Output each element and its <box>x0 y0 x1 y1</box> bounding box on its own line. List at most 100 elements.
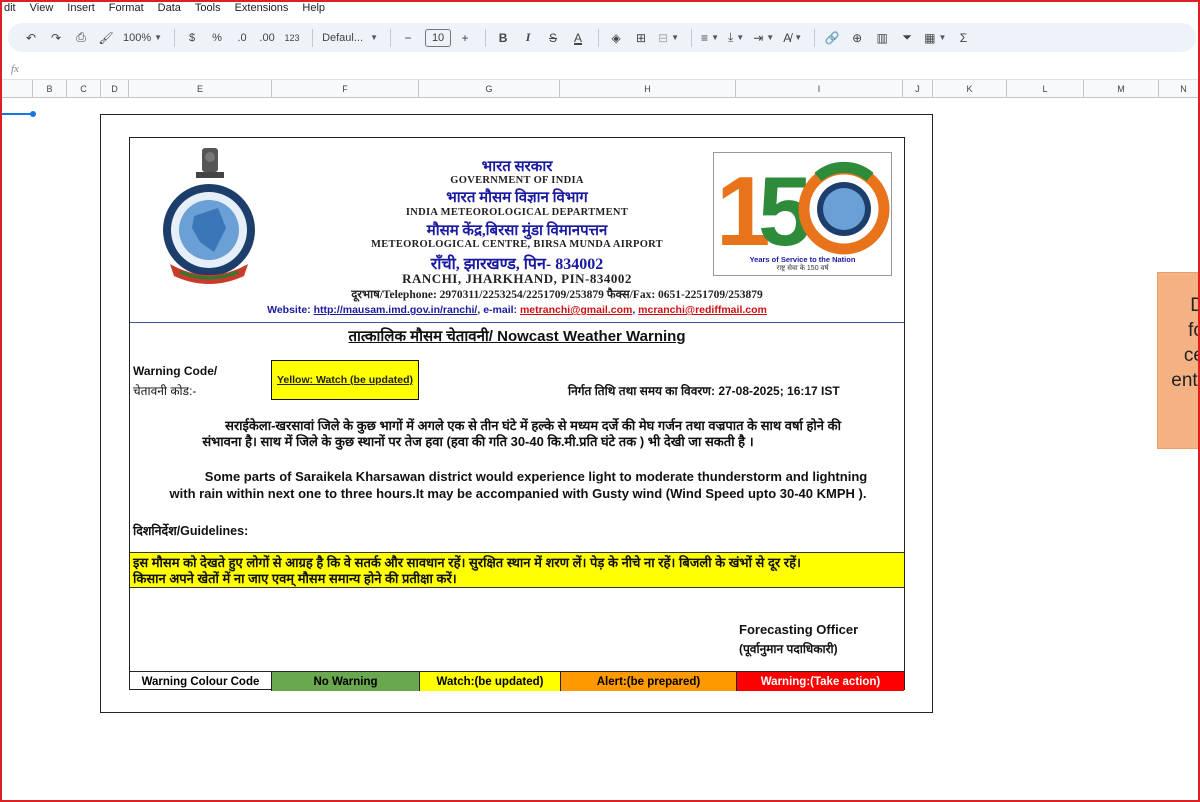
text-rotation-icon[interactable]: A̸ ▼ <box>780 27 805 49</box>
email-link-2[interactable]: mcranchi@rediffmail.com <box>638 304 767 316</box>
column-header-g[interactable]: G <box>419 80 560 98</box>
website-link[interactable]: http://mausam.imd.gov.in/ranchi/ <box>314 304 478 316</box>
logo-tagline: Years of Service to the Nation <box>749 255 856 264</box>
insert-comment-icon[interactable]: ⊕ <box>846 27 868 49</box>
decrease-decimal-button[interactable]: .0 <box>231 27 253 49</box>
font-size-decrease-button[interactable]: − <box>397 27 419 49</box>
column-header-b[interactable]: B <box>33 80 67 98</box>
text-color-button[interactable]: A <box>567 27 589 49</box>
officer-title: Forecasting Officer <box>739 622 859 637</box>
chevron-down-icon: ▼ <box>154 33 163 42</box>
warning-code-label-hindi: चेतावनी कोड:- <box>133 384 197 398</box>
text-color-label: A <box>574 30 583 45</box>
side-note-line: entr <box>1171 370 1198 391</box>
imd-150-years-logo: 1 5 Years of Service to the Nation राष्ट… <box>713 152 892 276</box>
strikethrough-button[interactable]: S <box>542 27 564 49</box>
font-size-input[interactable]: 10 <box>425 28 452 47</box>
borders-icon[interactable]: ⊞ <box>630 27 652 49</box>
spreadsheet-window: dit View Insert Format Data Tools Extens… <box>0 0 1200 802</box>
print-icon[interactable]: ⎙ <box>70 27 92 49</box>
hindi-forecast-line-1: सराईकेला-खरसावां जिले के कुछ भागों में अ… <box>225 418 841 433</box>
bold-label: B <box>498 30 508 45</box>
english-forecast-line-1: Some parts of Saraikela Kharsawan distri… <box>204 469 868 484</box>
redo-icon[interactable]: ↷ <box>45 27 67 49</box>
font-size-increase-button[interactable]: + <box>454 27 476 49</box>
selection-handle[interactable] <box>30 111 36 117</box>
column-header-l[interactable]: L <box>1007 80 1084 98</box>
header-divider <box>130 322 904 323</box>
menu-help[interactable]: Help <box>302 2 325 16</box>
hindi-forecast-line-2: संभावना है। साथ में जिले के कुछ स्थानों … <box>202 434 754 449</box>
guidelines-heading: दिशनिर्देश/Guidelines: <box>133 524 249 538</box>
side-note-line: D <box>1158 293 1198 318</box>
logo-150-icon: 1 5 <box>716 156 890 266</box>
font-select[interactable]: Defaul... ▼ <box>319 27 381 49</box>
italic-button[interactable]: I <box>517 27 539 49</box>
zoom-select[interactable]: 100% ▼ <box>120 27 165 49</box>
column-header-c[interactable]: C <box>67 80 101 98</box>
toolbar-divider <box>485 28 487 47</box>
column-header-k[interactable]: K <box>933 80 1007 98</box>
italic-label: I <box>525 30 531 44</box>
menu-insert[interactable]: Insert <box>67 2 95 16</box>
zoom-value: 100% <box>123 31 152 44</box>
functions-button[interactable]: Σ <box>952 27 974 49</box>
column-header-n[interactable]: N <box>1159 80 1198 98</box>
menu-bar: dit View Insert Format Data Tools Extens… <box>2 2 1198 16</box>
legend-no-warning: No Warning <box>272 672 420 691</box>
menu-tools[interactable]: Tools <box>195 2 221 16</box>
paint-format-icon[interactable]: 🖌 <box>95 27 117 49</box>
increase-decimal-button[interactable]: .00 <box>256 27 278 49</box>
guideline-line-2: किसान अपने खेतों में ना जाए एवम् मौसम सम… <box>133 571 457 586</box>
column-header-h[interactable]: H <box>560 80 736 98</box>
menu-format[interactable]: Format <box>109 2 144 16</box>
percent-button[interactable]: % <box>206 27 228 49</box>
horizontal-align-icon[interactable]: ≡ ▼ <box>698 27 722 49</box>
font-value: Defaul... <box>322 31 364 44</box>
legend-warning: Warning:(Take action) <box>737 672 904 691</box>
column-header: B C D E F G H I J K L M N <box>2 80 1198 98</box>
chevron-down-icon: ▼ <box>370 33 379 42</box>
side-note-card[interactable]: D fo ce entr <box>1157 272 1198 449</box>
text-wrap-icon[interactable]: ⇥ ▼ <box>750 27 777 49</box>
column-header-j[interactable]: J <box>903 80 933 98</box>
legend-alert: Alert:(be prepared) <box>561 672 737 691</box>
cell-selection-outline <box>2 113 33 115</box>
filter-views-icon[interactable]: ▦ ▼ <box>921 27 949 49</box>
merge-cells-icon[interactable]: ⊟ ▼ <box>655 27 682 49</box>
legend-watch: Watch:(be updated) <box>420 672 561 691</box>
menu-view[interactable]: View <box>30 2 54 16</box>
insert-chart-icon[interactable]: ▥ <box>871 27 893 49</box>
insert-link-icon[interactable]: 🔗 <box>821 27 843 49</box>
column-header-i[interactable]: I <box>736 80 903 98</box>
officer-title-hindi: (पूर्वानुमान पदाधिकारी) <box>739 642 838 656</box>
toolbar: ↶ ↷ ⎙ 🖌 100% ▼ $ % .0 .00 123 Defaul... ▼ … <box>8 23 1196 52</box>
menu-extensions[interactable]: Extensions <box>235 2 289 16</box>
issue-time: निर्गत तिथि तथा समय का विवरण: 27-08-2025… <box>568 384 840 398</box>
column-header-f[interactable]: F <box>272 80 419 98</box>
fill-color-icon[interactable]: ◈ <box>605 27 627 49</box>
side-note-line: fo <box>1188 320 1198 341</box>
column-header-d[interactable]: D <box>101 80 129 98</box>
column-header-m[interactable]: M <box>1084 80 1159 98</box>
formula-bar[interactable]: fx <box>2 60 1198 80</box>
bulletin-title: तात्कालिक मौसम चेतावनी/ Nowcast Weather … <box>348 328 686 345</box>
logo-tagline-hindi: राष्ट्र सेवा के 150 वर्ष <box>776 265 829 272</box>
menu-data[interactable]: Data <box>158 2 181 16</box>
bold-button[interactable]: B <box>492 27 514 49</box>
embedded-bulletin-image[interactable]: भारत सरकार GOVERNMENT OF INDIA भारत मौसम… <box>100 114 933 713</box>
currency-button[interactable]: $ <box>181 27 203 49</box>
menu-edit[interactable]: dit <box>4 2 16 16</box>
warning-code-label: Warning Code/ <box>133 364 218 378</box>
filter-icon[interactable]: ⏷ <box>896 27 918 49</box>
undo-icon[interactable]: ↶ <box>20 27 42 49</box>
toolbar-divider <box>174 28 176 47</box>
column-header-a[interactable] <box>2 80 33 98</box>
side-note-line: ce <box>1183 345 1198 366</box>
contact-line: Website: http://mausam.imd.gov.in/ranchi… <box>267 304 767 316</box>
email-link-1[interactable]: metranchi@gmail.com <box>520 304 632 316</box>
phone-line: दूरभाष/Telephone: 2970311/2253254/225170… <box>351 289 763 301</box>
number-format-button[interactable]: 123 <box>281 27 303 49</box>
vertical-align-icon[interactable]: ⤓ ▼ <box>725 27 747 49</box>
column-header-e[interactable]: E <box>129 80 272 98</box>
